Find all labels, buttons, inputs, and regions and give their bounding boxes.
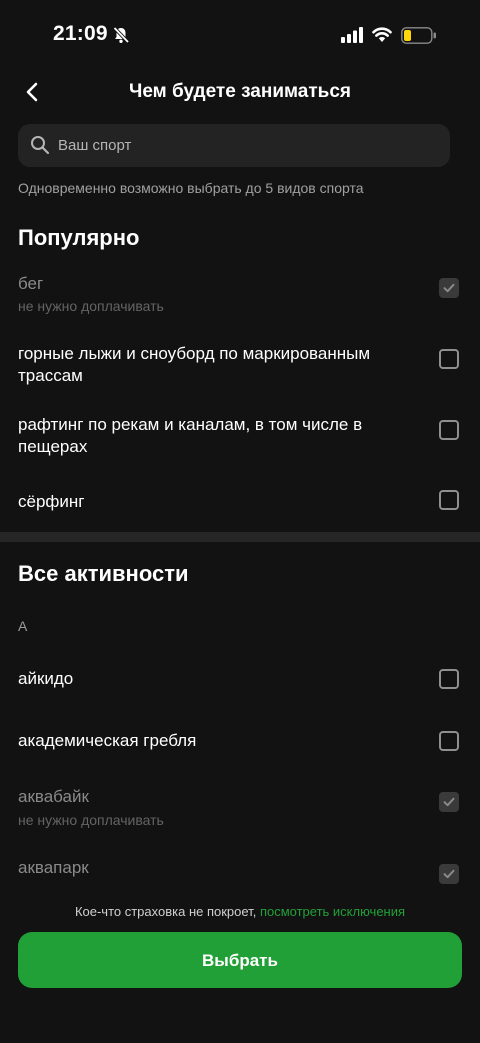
section-divider [0, 532, 480, 542]
list-item-label: аквабайк [18, 787, 89, 806]
search-bar[interactable] [18, 124, 450, 167]
header: Чем будете заниматься [0, 70, 480, 114]
checkbox[interactable] [439, 420, 459, 440]
list-item[interactable]: аквапарк [0, 857, 480, 887]
list-item-label: аквапарк [18, 858, 89, 877]
bell-slash-icon [112, 26, 130, 49]
list-item[interactable]: аквабайк не нужно доплачивать [0, 786, 480, 836]
status-time: 21:09 [53, 22, 108, 45]
selection-hint: Одновременно возможно выбрать до 5 видов… [18, 180, 364, 196]
list-item[interactable]: бег не нужно доплачивать [0, 270, 480, 320]
search-icon [30, 135, 50, 160]
checkbox-checked [439, 792, 459, 812]
wifi-icon [372, 26, 392, 47]
list-item[interactable]: академическая гребля [0, 730, 480, 756]
checkbox[interactable] [439, 731, 459, 751]
checkbox[interactable] [439, 349, 459, 369]
footer: Кое-что страховка не покроет, посмотреть… [0, 890, 480, 1043]
section-title-all: Все активности [18, 561, 189, 586]
list-item[interactable]: рафтинг по рекам и каналам, в том числе … [0, 411, 480, 461]
alphabet-letter: А [18, 618, 28, 634]
list-item-label: сёрфинг [18, 492, 85, 511]
list-item-label: академическая гребля [18, 731, 197, 750]
list-item[interactable]: айкидо [0, 668, 480, 694]
search-input[interactable] [58, 124, 438, 167]
select-button[interactable]: Выбрать [18, 932, 462, 988]
status-bar: 21:09 [0, 0, 480, 70]
list-item-label: рафтинг по рекам и каналам, в том числе … [18, 415, 363, 456]
select-button-label: Выбрать [202, 951, 278, 970]
list-item-label: айкидо [18, 669, 74, 688]
list-item[interactable]: горные лыжи и сноуборд по маркированным … [0, 340, 480, 390]
checkbox-checked [439, 864, 459, 884]
signal-icon [341, 27, 363, 48]
battery-low-icon [401, 27, 437, 49]
checkbox[interactable] [439, 669, 459, 689]
list-item[interactable]: сёрфинг [0, 488, 480, 518]
disclaimer-text: Кое-что страховка не покроет, [74, 904, 257, 919]
disclaimer: Кое-что страховка не покроет, посмотреть… [0, 904, 480, 919]
section-title-popular: Популярно [18, 225, 140, 250]
checkbox[interactable] [439, 490, 459, 510]
exclusions-link[interactable]: посмотреть исключения [260, 904, 405, 919]
list-item-label: бег [18, 274, 44, 293]
list-item-label: горные лыжи и сноуборд по маркированным … [18, 344, 371, 385]
checkbox-checked [439, 278, 459, 298]
list-item-sub: не нужно доплачивать [18, 298, 164, 314]
list-item-sub: не нужно доплачивать [18, 812, 164, 828]
page-title: Чем будете заниматься [128, 81, 352, 102]
